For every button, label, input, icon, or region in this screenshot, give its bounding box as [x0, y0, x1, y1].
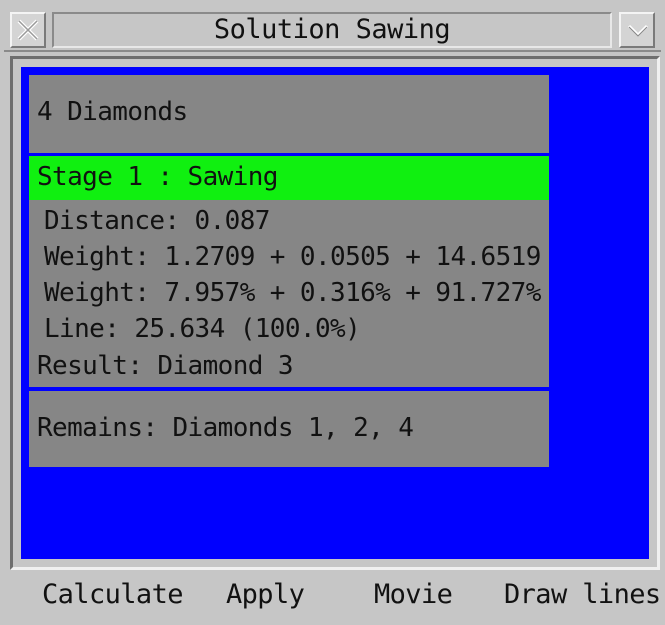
draw-lines-button[interactable]: Draw lines — [504, 574, 661, 616]
stage-panel: Stage 1 : Sawing Distance: 0.087 Weight:… — [29, 156, 549, 387]
distance-value: Distance: 0.087 — [44, 206, 270, 236]
title-bar[interactable]: Solution Sawing — [4, 6, 661, 52]
remains-panel: Remains: Diamonds 1, 2, 4 — [29, 391, 549, 467]
weight-absolute-value: Weight: 1.2709 + 0.0505 + 14.6519 — [44, 242, 541, 272]
calculate-button[interactable]: Calculate — [42, 574, 184, 616]
close-button[interactable] — [10, 12, 46, 48]
chevron-down-icon — [627, 24, 649, 38]
button-bar: Calculate Apply Movie Draw lines — [4, 572, 661, 620]
stage-title-bar[interactable]: Stage 1 : Sawing — [29, 156, 549, 200]
weight-percent-value: Weight: 7.957% + 0.316% + 91.727% — [44, 278, 541, 308]
result-value: Result: Diamond 3 — [37, 351, 294, 381]
line-value: Line: 25.634 (100.0%) — [44, 314, 361, 344]
solution-sawing-window: Solution Sawing 4 Diamonds Stage 1 : Saw… — [0, 0, 665, 625]
apply-button[interactable]: Apply — [226, 574, 305, 616]
stage-title: Stage 1 : Sawing — [37, 162, 278, 192]
drawing-canvas[interactable]: 4 Diamonds Stage 1 : Sawing Distance: 0.… — [21, 67, 649, 559]
window-title: Solution Sawing — [52, 12, 612, 48]
canvas-frame: 4 Diamonds Stage 1 : Sawing Distance: 0.… — [10, 56, 660, 570]
diamonds-header-panel: 4 Diamonds — [29, 75, 549, 153]
remains-value: Remains: Diamonds 1, 2, 4 — [37, 413, 414, 443]
movie-button[interactable]: Movie — [374, 574, 453, 616]
window-menu-button[interactable] — [619, 12, 655, 48]
close-icon — [17, 19, 39, 41]
diamonds-count-label: 4 Diamonds — [37, 97, 188, 127]
